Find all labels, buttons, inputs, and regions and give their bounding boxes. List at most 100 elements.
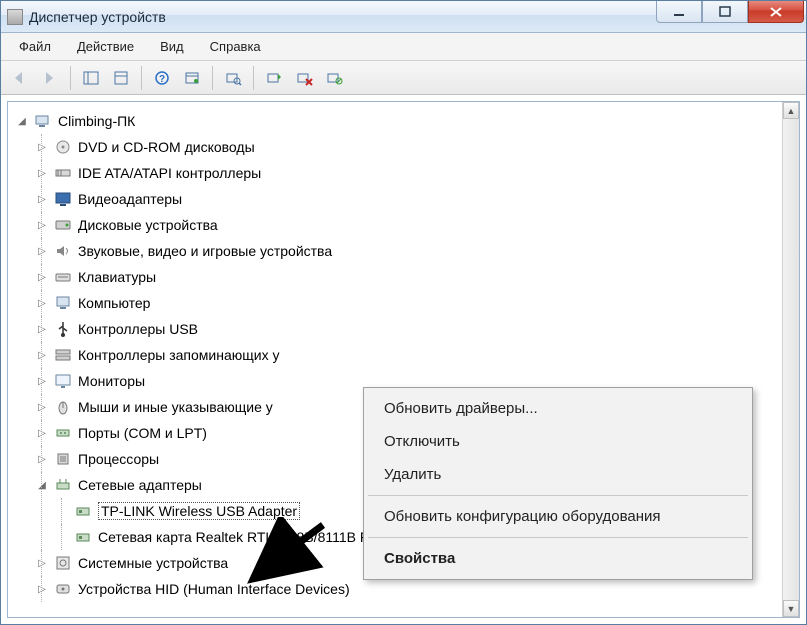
computer-icon [54,294,72,312]
expand-icon[interactable]: ▷ [36,401,48,413]
tree-node[interactable]: ▷ Звуковые, видео и игровые устройства [36,238,795,264]
leaf-spacer [56,505,68,517]
context-menu-separator [368,495,748,496]
context-menu-item[interactable]: Удалить [366,458,750,491]
computer-icon [34,112,52,130]
collapse-icon[interactable]: ◢ [16,115,28,127]
expand-icon[interactable]: ▷ [36,219,48,231]
tree-node-label: Мониторы [78,373,145,389]
device-manager-window: Диспетчер устройств Файл Действие Вид Сп… [0,0,807,625]
minimize-button[interactable] [656,1,702,23]
back-button[interactable] [7,65,33,91]
forward-button[interactable] [37,65,63,91]
context-menu-item[interactable]: Свойства [366,542,750,575]
port-icon [54,424,72,442]
update-driver-toolbar-button[interactable] [261,65,287,91]
properties-toolbar-button[interactable] [108,65,134,91]
menu-help[interactable]: Справка [198,35,273,58]
nic-icon [74,502,92,520]
maximize-button[interactable] [702,1,748,23]
expand-icon[interactable]: ▷ [36,453,48,465]
expand-icon[interactable]: ▷ [36,297,48,309]
disable-toolbar-button[interactable] [321,65,347,91]
network-icon [54,476,72,494]
expand-icon[interactable]: ▷ [36,349,48,361]
tree-node-label: Climbing-ПК [58,113,135,129]
disc-icon [54,138,72,156]
tree-node[interactable]: ▷ Контроллеры запоминающих у [36,342,795,368]
tree-node[interactable]: ▷ Видеоадаптеры [36,186,795,212]
toolbar-separator [70,66,71,90]
expand-icon[interactable]: ▷ [36,167,48,179]
context-menu-item[interactable]: Обновить драйверы... [366,392,750,425]
tree-root-node[interactable]: ◢ Climbing-ПК [16,108,795,134]
expand-icon[interactable]: ▷ [36,375,48,387]
context-menu-item[interactable]: Отключить [366,425,750,458]
display-icon [54,190,72,208]
expand-icon[interactable]: ▷ [36,245,48,257]
expand-icon[interactable]: ▷ [36,583,48,595]
help-toolbar-button[interactable]: ? [149,65,175,91]
tree-node-label: Сетевые адаптеры [78,477,202,493]
uninstall-toolbar-button[interactable] [291,65,317,91]
expand-icon[interactable]: ▷ [36,141,48,153]
tree-node[interactable]: ▷ Дисковые устройства [36,212,795,238]
tree-node-label: Порты (COM и LPT) [78,425,207,441]
expand-icon[interactable]: ▷ [36,557,48,569]
refresh-toolbar-button[interactable] [179,65,205,91]
expand-icon[interactable]: ▷ [36,271,48,283]
tree-node[interactable]: ▷ Контроллеры USB [36,316,795,342]
tree-node-label: Компьютер [78,295,150,311]
scroll-track[interactable] [783,119,799,600]
tree-node-label: Клавиатуры [78,269,156,285]
vertical-scrollbar[interactable]: ▲ ▼ [782,102,799,617]
tree-node-label: Контроллеры USB [78,321,198,337]
toolbar-separator [253,66,254,90]
tree-node-label: Мыши и иные указывающие у [78,399,273,415]
scroll-down-button[interactable]: ▼ [783,600,799,617]
context-menu-separator [368,537,748,538]
show-hide-tree-button[interactable] [78,65,104,91]
system-icon [54,554,72,572]
tree-node-label: Звуковые, видео и игровые устройства [78,243,332,259]
tree-node-label: IDE ATA/ATAPI контроллеры [78,165,261,181]
ide-icon [54,164,72,182]
menu-view[interactable]: Вид [148,35,196,58]
mouse-icon [54,398,72,416]
menubar: Файл Действие Вид Справка [1,33,806,61]
sound-icon [54,242,72,260]
tree-node-label: DVD и CD-ROM дисководы [78,139,255,155]
context-menu-item[interactable]: Обновить конфигурацию оборудования [366,500,750,533]
tree-node[interactable]: ▷ Компьютер [36,290,795,316]
menu-action[interactable]: Действие [65,35,146,58]
toolbar-separator [212,66,213,90]
expand-icon[interactable]: ▷ [36,427,48,439]
expand-icon[interactable]: ▷ [36,193,48,205]
titlebar[interactable]: Диспетчер устройств [1,1,806,33]
toolbar: ? [1,61,806,95]
keyboard-icon [54,268,72,286]
menu-file[interactable]: Файл [7,35,63,58]
expand-icon[interactable]: ▷ [36,323,48,335]
collapse-icon[interactable]: ◢ [36,479,48,491]
usb-icon [54,320,72,338]
app-icon [7,9,23,25]
tree-node-label: Контроллеры запоминающих у [78,347,279,363]
close-button[interactable] [748,1,804,23]
hid-icon [54,580,72,598]
toolbar-separator [141,66,142,90]
tree-node-label: Видеоадаптеры [78,191,182,207]
svg-text:?: ? [159,74,165,85]
tree-node-label: Дисковые устройства [78,217,218,233]
tree-node-label: Системные устройства [78,555,228,571]
tree-node[interactable]: ▷ DVD и CD-ROM дисководы [36,134,795,160]
scroll-up-button[interactable]: ▲ [783,102,799,119]
scan-hardware-button[interactable] [220,65,246,91]
monitor-icon [54,372,72,390]
disk-icon [54,216,72,234]
tree-node[interactable]: ▷ IDE ATA/ATAPI контроллеры [36,160,795,186]
tree-node-label: TP-LINK Wireless USB Adapter [98,502,300,520]
tree-node[interactable]: ▷ Клавиатуры [36,264,795,290]
tree-node-label: Устройства HID (Human Interface Devices) [78,581,350,597]
nic-icon [74,528,92,546]
